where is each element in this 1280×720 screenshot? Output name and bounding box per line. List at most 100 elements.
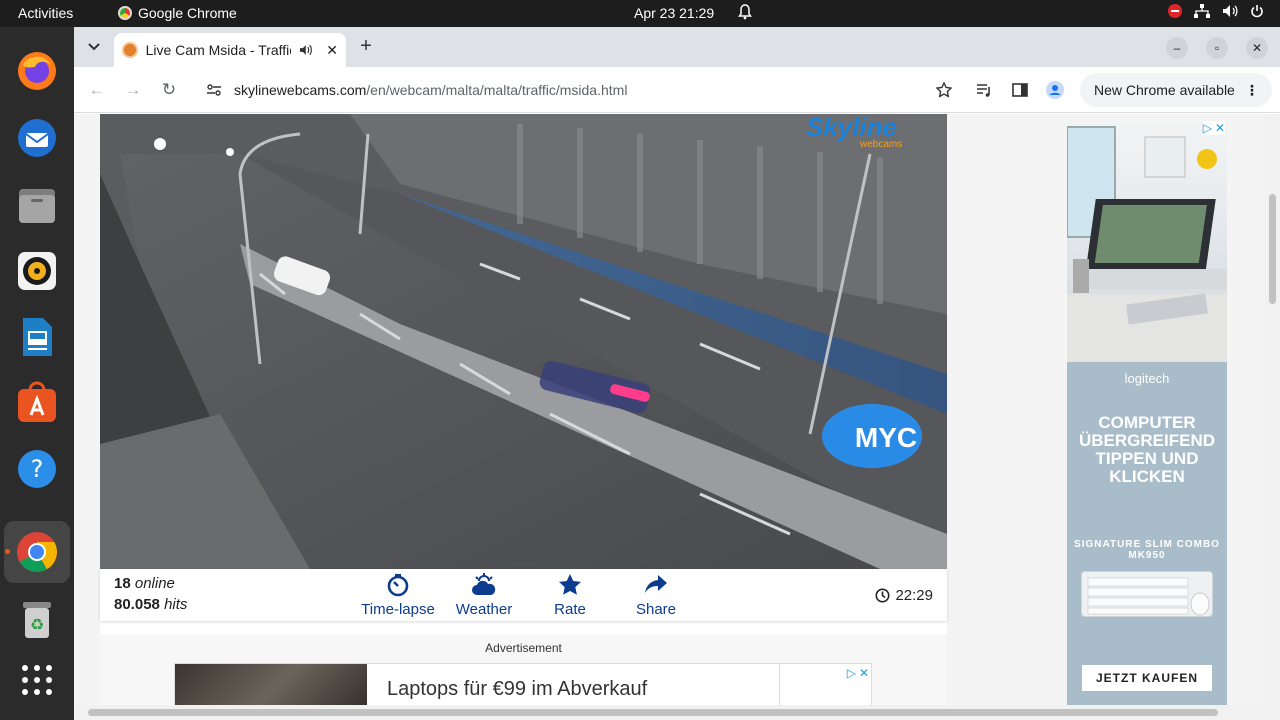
webcam-player[interactable]: Skyline webcams MYC [100, 114, 947, 569]
hits-count: 80.058 [114, 596, 160, 613]
update-label: New Chrome available [1094, 82, 1235, 98]
buy-now-button[interactable]: JETZT KAUFEN [1082, 665, 1212, 691]
hits-label: hits [164, 596, 188, 613]
clock[interactable]: Apr 23 21:29 [634, 5, 714, 21]
local-time: 22:29 [875, 587, 933, 604]
writer-icon[interactable] [14, 314, 60, 360]
bell-icon [738, 4, 752, 23]
svg-text:♻: ♻ [30, 617, 44, 634]
minimize-button[interactable]: – [1166, 37, 1188, 59]
advertisement-label: Advertisement [485, 641, 562, 655]
forward-button[interactable]: → [122, 79, 144, 101]
webcam-panel: Skyline webcams MYC 18 online 80.058 hit… [100, 114, 947, 720]
activities-button[interactable]: Activities [18, 5, 73, 21]
banner-ad-text: Laptops für €99 im Abverkauf [387, 678, 648, 700]
trash-icon[interactable]: ♻ [14, 597, 60, 643]
horizontal-scroll-thumb[interactable] [88, 709, 1218, 716]
timelapse-label: Time-lapse [361, 601, 435, 618]
share-arrow-icon [645, 575, 667, 593]
weather-label: Weather [455, 601, 513, 618]
rate-label: Rate [554, 601, 586, 618]
horizontal-scrollbar[interactable] [74, 705, 1265, 720]
close-tab-icon[interactable]: ✕ [326, 42, 338, 59]
tab-title: Live Cam Msida - Traffic [145, 42, 291, 58]
weather-button[interactable]: Weather [439, 573, 529, 618]
sidebar-ad-close-icon[interactable]: ✕ [1215, 121, 1225, 135]
sidebar-ad-headline: COMPUTER ÜBERGREIFEND TIPPEN UND KLICKEN [1078, 413, 1215, 486]
system-top-bar: Activities Google Chrome Apr 23 21:29 [0, 0, 1280, 27]
tab-search-button[interactable] [82, 35, 106, 59]
recording-indicator-icon [1168, 4, 1182, 18]
logitech-logo: logitech [1124, 371, 1170, 386]
running-indicator [5, 549, 10, 554]
bookmark-star-icon[interactable] [936, 82, 952, 98]
weather-icon [472, 573, 496, 595]
adchoices-icon[interactable]: ▷ [847, 666, 856, 680]
site-info-icon[interactable] [206, 83, 222, 97]
share-label: Share [635, 601, 677, 618]
ad-close-icon[interactable]: ✕ [859, 666, 869, 680]
audio-playing-icon[interactable] [299, 44, 313, 56]
new-tab-button[interactable]: + [354, 35, 378, 59]
hits-counter: 80.058 hits [114, 596, 187, 613]
site-favicon-icon [122, 42, 138, 58]
webcam-info-bar: 18 online 80.058 hits Time-lapse Weather… [100, 569, 947, 621]
chrome-icon[interactable] [14, 529, 60, 575]
app-menu[interactable]: Google Chrome [118, 5, 237, 21]
clock-icon [875, 588, 890, 603]
timelapse-button[interactable]: Time-lapse [353, 573, 443, 618]
keyboard-image [1081, 571, 1213, 617]
side-panel-icon[interactable] [1012, 82, 1028, 98]
system-tray[interactable] [1168, 4, 1264, 18]
rhythmbox-icon[interactable] [14, 248, 60, 294]
more-menu-icon[interactable]: ⋮ [1245, 82, 1259, 99]
dock: ? ♻ [0, 27, 74, 720]
browser-toolbar: ← → ↻ skylinewebcams.com/en/webcam/malta… [74, 67, 1280, 113]
firefox-icon[interactable] [14, 48, 60, 94]
app-center-icon[interactable] [14, 380, 60, 426]
tab-active[interactable]: Live Cam Msida - Traffic ✕ [114, 33, 346, 67]
app-name-label: Google Chrome [138, 5, 237, 21]
vertical-scrollbar[interactable] [1265, 114, 1280, 720]
sidebar-adchoices[interactable]: ▷ ✕ [1202, 121, 1225, 135]
sidebar-ad-product: SIGNATURE SLIM COMBO MK950 [1074, 539, 1220, 561]
update-chrome-button[interactable]: New Chrome available ⋮ [1080, 73, 1272, 107]
files-icon[interactable] [14, 182, 60, 228]
stopwatch-icon [387, 574, 409, 597]
maximize-button[interactable]: ▫ [1206, 37, 1228, 59]
address-bar[interactable]: skylinewebcams.com/en/webcam/malta/malta… [192, 73, 966, 107]
myc-logo: MYC [855, 422, 917, 453]
back-button[interactable]: ← [86, 79, 108, 101]
media-controls-icon[interactable] [976, 83, 992, 97]
reload-button[interactable]: ↻ [158, 79, 180, 101]
share-button[interactable]: Share [611, 573, 701, 618]
online-label: online [134, 575, 175, 592]
adchoices-badge[interactable]: ▷ ✕ [847, 666, 869, 680]
sidebar-ad[interactable]: ▷ ✕ logitech COMPUTER ÜBERGREIFEND TIPPE… [1067, 119, 1227, 720]
network-icon [1194, 4, 1210, 18]
thunderbird-icon[interactable] [14, 115, 60, 161]
chevron-down-icon [88, 43, 100, 51]
volume-icon [1223, 5, 1238, 17]
url-host: skylinewebcams.com [234, 82, 367, 98]
tab-strip: Live Cam Msida - Traffic ✕ + – ▫ ✕ [74, 27, 1280, 67]
online-counter: 18 online [114, 575, 175, 592]
close-window-button[interactable]: ✕ [1246, 37, 1268, 59]
show-apps-icon[interactable] [14, 657, 60, 703]
vertical-scroll-thumb[interactable] [1269, 194, 1276, 304]
online-count: 18 [114, 575, 131, 592]
chrome-window: Live Cam Msida - Traffic ✕ + – ▫ ✕ ← → ↻… [74, 27, 1280, 720]
help-icon[interactable]: ? [14, 446, 60, 492]
web-page: Skyline webcams MYC 18 online 80.058 hit… [74, 114, 1280, 720]
url-path: /en/webcam/malta/malta/traffic/msida.htm… [366, 82, 628, 98]
star-icon [559, 574, 581, 595]
rate-button[interactable]: Rate [525, 573, 615, 618]
sidebar-ad-photo: ▷ ✕ [1067, 119, 1227, 362]
local-time-value: 22:29 [895, 587, 933, 604]
svg-text:?: ? [31, 455, 44, 483]
sidebar-adchoices-icon[interactable]: ▷ [1203, 121, 1212, 135]
power-icon [1251, 5, 1263, 18]
skyline-logo: Skyline [806, 114, 897, 142]
chrome-mini-icon [118, 6, 132, 20]
profile-avatar-icon[interactable] [1045, 80, 1065, 100]
